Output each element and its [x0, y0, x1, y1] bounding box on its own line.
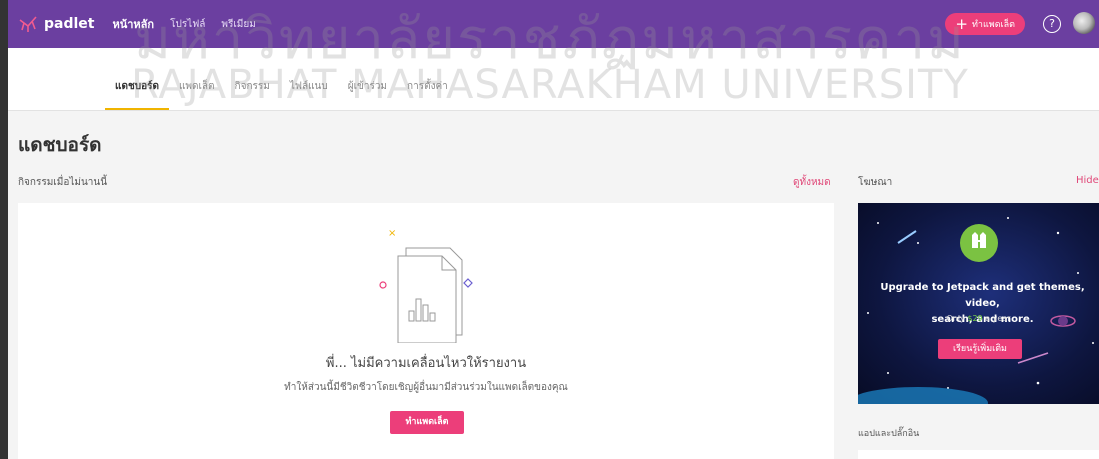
hide-ad-link[interactable]: Hide: [1076, 175, 1099, 186]
page-title: แดชบอร์ด: [18, 134, 102, 156]
apps-plugins-card: [858, 450, 1099, 459]
tab-participants[interactable]: ผู้เข้าร่วม: [338, 79, 397, 110]
nav-home[interactable]: หน้าหลัก: [112, 15, 154, 33]
nav-premium[interactable]: พรีเมียม: [221, 17, 255, 32]
nav-profile[interactable]: โปรไฟล์: [170, 17, 205, 32]
ad-price-suffix: a year: [985, 314, 1011, 323]
tab-dashboard[interactable]: แดชบอร์ด: [105, 79, 169, 110]
empty-state-subtitle: ทำให้ส่วนนี้มีชีวิตชีวาโดยเชิญผู้อื่นมาม…: [284, 382, 568, 393]
empty-documents-icon: ×: [379, 228, 473, 343]
jetpack-ad[interactable]: Upgrade to Jetpack and get themes, video…: [858, 203, 1099, 404]
see-all-link[interactable]: ดูทั้งหมด: [793, 175, 831, 190]
make-padlet-button[interactable]: + ทำแพดเล็ต: [945, 13, 1025, 35]
tab-padlets[interactable]: แพดเล็ต: [169, 79, 225, 110]
ads-label: โฆษณา: [858, 177, 893, 188]
ad-price: Only $29 a year: [858, 314, 1099, 323]
top-nav-bar: padlet หน้าหลัก โปรไฟล์ พรีเมียม + ทำแพด…: [8, 0, 1099, 48]
recent-activity-card: × พี่... ไม่มีความเคลื่อนไหวให้รายงาน ทำ…: [18, 203, 834, 459]
ad-text-line1: Upgrade to Jetpack and get themes, video…: [880, 282, 1085, 309]
question-circle-icon[interactable]: ?: [1043, 15, 1061, 33]
plus-icon: +: [955, 14, 968, 33]
learn-more-button[interactable]: เรียนรู้เพิ่มเติม: [938, 339, 1022, 359]
ad-price-prefix: Only: [946, 314, 965, 323]
tab-activity[interactable]: กิจกรรม: [225, 79, 280, 110]
apps-plugins-label: แอปและปลั๊กอิน: [858, 429, 920, 439]
recent-activity-label: กิจกรรมเมื่อไม่นานนี้: [18, 177, 108, 188]
rocket-icon: [960, 224, 998, 262]
logo-text: padlet: [44, 16, 95, 32]
make-padlet-label: ทำแพดเล็ต: [971, 20, 1015, 30]
tabs: แดชบอร์ด แพดเล็ต กิจกรรม ไฟล์แนบ ผู้เข้า…: [105, 79, 458, 110]
svg-text:×: ×: [388, 228, 396, 239]
padlet-logo-icon: [19, 16, 37, 32]
tab-settings[interactable]: การตั้งค่า: [397, 79, 458, 110]
empty-state-title: พี่... ไม่มีความเคลื่อนไหวให้รายงาน: [325, 356, 527, 371]
left-edge: [0, 0, 8, 459]
ad-price-amount: $29: [967, 314, 983, 323]
top-nav: หน้าหลัก โปรไฟล์ พรีเมียม: [112, 15, 271, 33]
app-window: padlet หน้าหลัก โปรไฟล์ พรีเมียม + ทำแพด…: [0, 0, 1099, 459]
tab-attachments[interactable]: ไฟล์แนบ: [280, 79, 338, 110]
dashboard-tab-bar: แดชบอร์ด แพดเล็ต กิจกรรม ไฟล์แนบ ผู้เข้า…: [8, 48, 1099, 111]
make-padlet-cta-button[interactable]: ทำแพดเล็ต: [390, 411, 464, 434]
avatar[interactable]: [1073, 12, 1095, 34]
padlet-logo[interactable]: padlet: [18, 14, 94, 34]
